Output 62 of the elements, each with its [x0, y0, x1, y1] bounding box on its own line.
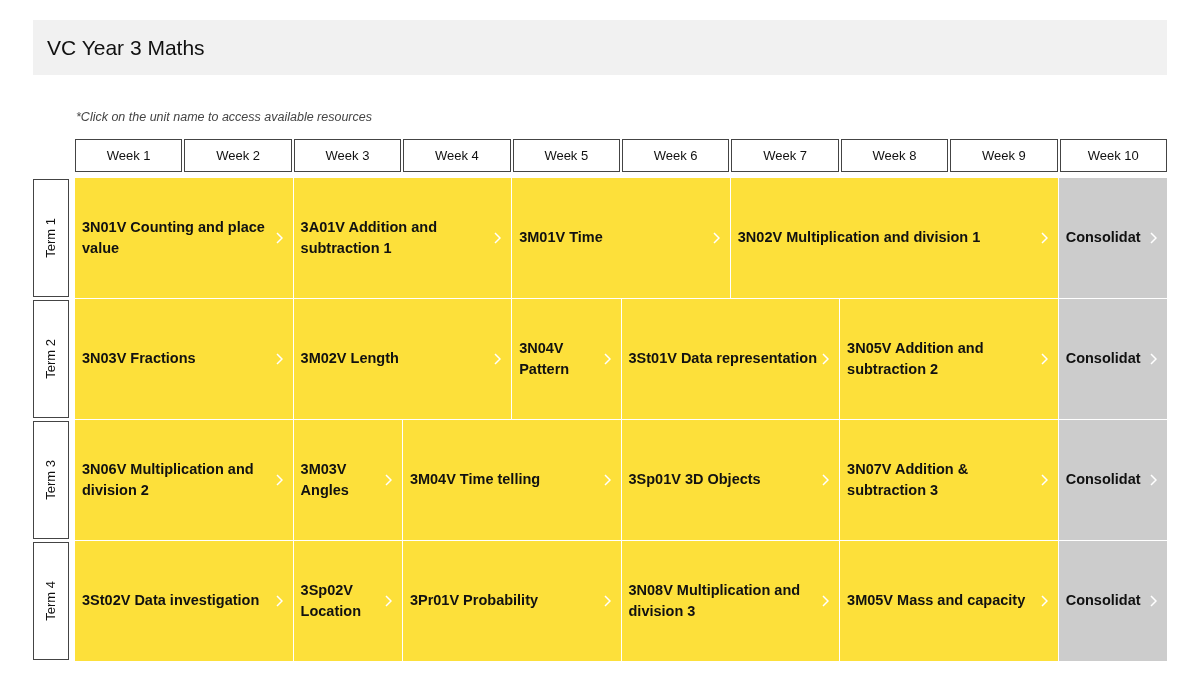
unit-link[interactable]: 3M05V Mass and capacity [840, 540, 1058, 661]
unit-link[interactable]: 3Sp01V 3D Objects [621, 419, 840, 540]
chevron-icon [822, 594, 830, 607]
instruction-note: *Click on the unit name to access available resources [76, 109, 373, 126]
unit-link[interactable]: 3M01V Time [512, 177, 730, 298]
chevron-icon [275, 352, 283, 365]
chevron-icon [603, 352, 611, 365]
chevron-icon [494, 231, 502, 244]
week-header: Week 1 [75, 138, 183, 172]
chevron-icon [384, 473, 392, 486]
unit-link[interactable]: 3M04V Time telling [402, 419, 621, 540]
chevron-icon [275, 231, 283, 244]
unit-link[interactable]: 3St01V Data representation [621, 298, 840, 419]
unit-link[interactable]: 3N04V Pattern [512, 298, 621, 419]
chevron-icon [822, 473, 830, 486]
chevron-icon [384, 594, 392, 607]
consolidation-link[interactable]: Consolidat [1058, 298, 1167, 419]
week-header: Week 3 [293, 138, 402, 172]
week-header: Week 2 [184, 138, 292, 172]
week-header: Week 5 [512, 138, 620, 172]
chevron-icon [275, 594, 283, 607]
unit-link[interactable]: 3M03V Angles [293, 419, 402, 540]
unit-link[interactable]: 3N03V Fractions [75, 298, 293, 419]
term-label: Term 4 [42, 580, 60, 621]
week-header: Week 10 [1059, 138, 1167, 172]
chevron-icon [822, 352, 830, 365]
chevron-icon [1150, 352, 1157, 365]
week-header: Week 4 [403, 138, 511, 172]
unit-link[interactable]: 3N07V Addition & subtraction 3 [840, 419, 1058, 540]
chevron-icon [712, 231, 720, 244]
consolidation-link[interactable]: Consolidat [1058, 540, 1167, 661]
week-header: Week 8 [840, 138, 949, 172]
consolidation-link[interactable]: Consolidat [1058, 177, 1167, 298]
unit-link[interactable]: 3N06V Multiplication and division 2 [75, 419, 293, 540]
chevron-icon [494, 352, 502, 365]
chevron-icon [1040, 231, 1048, 244]
term-label: Term 2 [42, 338, 60, 379]
chevron-icon [603, 473, 611, 486]
consolidation-link[interactable]: Consolidat [1058, 419, 1167, 540]
week-header: Week 7 [731, 138, 839, 172]
chevron-icon [1150, 473, 1157, 486]
chevron-icon [1150, 231, 1157, 244]
week-header: Week 9 [950, 138, 1058, 172]
unit-link[interactable]: 3N05V Addition and subtraction 2 [840, 298, 1058, 419]
unit-link[interactable]: 3Pr01V Probability [402, 540, 621, 661]
chevron-icon [275, 473, 283, 486]
term-label: Term 1 [42, 217, 60, 258]
chevron-icon [603, 594, 611, 607]
unit-link[interactable]: 3M02V Length [293, 298, 512, 419]
chevron-icon [1040, 352, 1048, 365]
unit-link[interactable]: 3A01V Addition and subtraction 1 [293, 177, 512, 298]
unit-link[interactable]: 3N01V Counting and place value [75, 177, 293, 298]
unit-link[interactable]: 3N02V Multiplication and division 1 [730, 177, 1058, 298]
unit-link[interactable]: 3N08V Multiplication and division 3 [621, 540, 840, 661]
page-title: VC Year 3 Maths [47, 34, 205, 61]
term-label: Term 3 [42, 459, 60, 500]
chevron-icon [1040, 473, 1048, 486]
week-header: Week 6 [622, 138, 730, 172]
unit-link[interactable]: 3Sp02V Location [293, 540, 402, 661]
chevron-icon [1150, 594, 1157, 607]
chevron-icon [1040, 594, 1048, 607]
unit-link[interactable]: 3St02V Data investigation [75, 540, 293, 661]
